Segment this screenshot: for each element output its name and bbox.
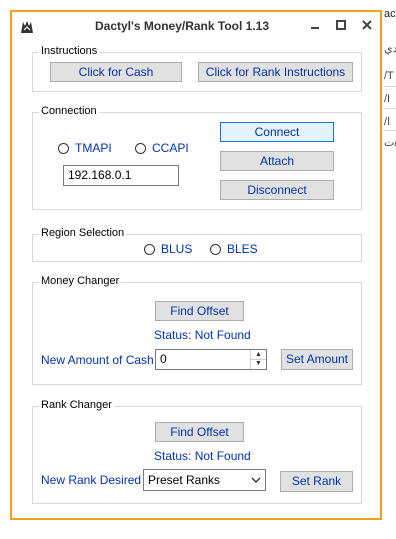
title-bar[interactable]: Dactyl's Money/Rank Tool 1.13: [12, 12, 380, 42]
background-divider: [383, 108, 396, 109]
preset-ranks-select[interactable]: Preset Ranks: [143, 469, 266, 491]
window-title: Dactyl's Money/Rank Tool 1.13: [94, 19, 270, 33]
money-status-text: Status: Not Found: [154, 328, 251, 342]
money-find-offset-button[interactable]: Find Offset: [155, 301, 244, 321]
rank-legend: Rank Changer: [39, 399, 114, 411]
tmapi-label: TMAPI: [75, 141, 112, 155]
maximize-button[interactable]: [331, 18, 351, 36]
bles-label: BLES: [227, 242, 258, 256]
region-legend: Region Selection: [39, 227, 127, 239]
preset-ranks-value: Preset Ranks: [148, 473, 221, 487]
radio-circle[interactable]: [135, 142, 146, 154]
bles-radio[interactable]: BLES: [210, 242, 258, 256]
blus-radio[interactable]: BLUS: [144, 242, 192, 256]
cash-amount-value[interactable]: 0: [160, 352, 167, 366]
spinner-control[interactable]: ▲ ▼: [250, 350, 266, 369]
region-selection-group: Region Selection BLUS BLES: [32, 227, 362, 262]
background-text: /I: [384, 93, 391, 105]
minimize-button[interactable]: [305, 18, 325, 36]
spinner-down-icon[interactable]: ▼: [251, 359, 266, 368]
radio-circle[interactable]: [58, 142, 69, 154]
attach-button[interactable]: Attach: [220, 151, 334, 171]
rank-instructions-button[interactable]: Click for Rank Instructions: [198, 62, 353, 82]
ccapi-label: CCAPI: [152, 141, 189, 155]
new-rank-label: New Rank Desired: [41, 473, 142, 487]
blus-label: BLUS: [161, 242, 193, 256]
chevron-down-icon[interactable]: [251, 470, 261, 498]
background-divider: [383, 130, 396, 131]
background-divider: [383, 86, 396, 87]
new-amount-label: New Amount of Cash: [41, 353, 154, 367]
radio-circle[interactable]: [210, 243, 221, 255]
background-text: دي: [384, 43, 396, 55]
connection-group: Connection TMAPI CCAPI 192.168.0.1 Conne…: [32, 105, 362, 210]
money-changer-group: Money Changer Find Offset Status: Not Fo…: [32, 275, 362, 385]
rank-status-text: Status: Not Found: [154, 449, 251, 463]
close-button[interactable]: [357, 18, 377, 36]
money-legend: Money Changer: [39, 275, 122, 287]
background-text: act: [384, 8, 396, 20]
ip-address-input[interactable]: 192.168.0.1: [63, 165, 179, 186]
ccapi-radio[interactable]: CCAPI: [135, 141, 189, 155]
instructions-legend: Instructions: [39, 45, 100, 57]
click-for-cash-button[interactable]: Click for Cash: [50, 62, 182, 82]
background-text: /ا: [384, 116, 391, 128]
main-window: Dactyl's Money/Rank Tool 1.13 Instructio…: [10, 10, 382, 520]
background-text: /T: [384, 70, 394, 82]
rank-changer-group: Rank Changer Find Offset Status: Not Fou…: [32, 399, 362, 504]
radio-circle[interactable]: [144, 243, 155, 255]
rank-find-offset-button[interactable]: Find Offset: [155, 422, 244, 442]
connect-button[interactable]: Connect: [220, 122, 334, 142]
background-text: ت/: [384, 137, 396, 149]
disconnect-button[interactable]: Disconnect: [220, 180, 334, 200]
cash-amount-stepper[interactable]: 0 ▲ ▼: [155, 349, 267, 370]
tmapi-radio[interactable]: TMAPI: [58, 141, 112, 155]
set-rank-button[interactable]: Set Rank: [280, 471, 353, 492]
connection-legend: Connection: [39, 105, 99, 117]
instructions-group: Instructions Click for Cash Click for Ra…: [32, 45, 362, 92]
set-amount-button[interactable]: Set Amount: [281, 349, 353, 370]
